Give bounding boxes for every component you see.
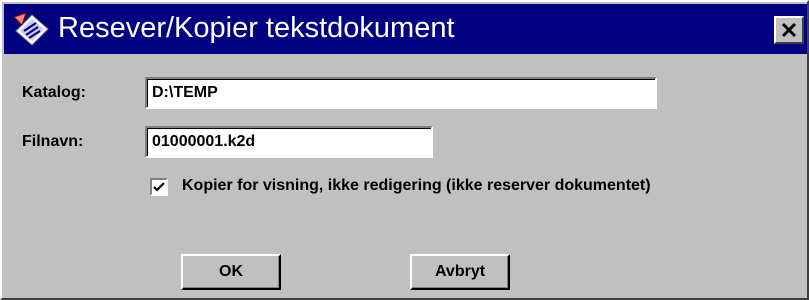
ok-button[interactable]: OK	[181, 254, 281, 290]
cancel-button[interactable]: Avbryt	[410, 254, 510, 290]
katalog-input[interactable]: D:\TEMP	[145, 77, 657, 109]
copy-for-viewing-label[interactable]: Kopier for visning, ikke redigering (ikk…	[182, 177, 651, 195]
katalog-label: Katalog:	[22, 84, 86, 101]
window-title: Resever/Kopier tekstdokument	[58, 12, 455, 44]
copy-for-viewing-checkbox[interactable]	[150, 178, 168, 196]
close-button[interactable]	[774, 16, 804, 44]
dialog-window: Resever/Kopier tekstdokument Katalog: D:…	[0, 0, 809, 300]
filnavn-label: Filnavn:	[22, 133, 84, 150]
title-bar[interactable]: Resever/Kopier tekstdokument	[4, 4, 807, 54]
document-icon	[12, 11, 52, 47]
filnavn-input[interactable]: 01000001.k2d	[145, 126, 433, 158]
